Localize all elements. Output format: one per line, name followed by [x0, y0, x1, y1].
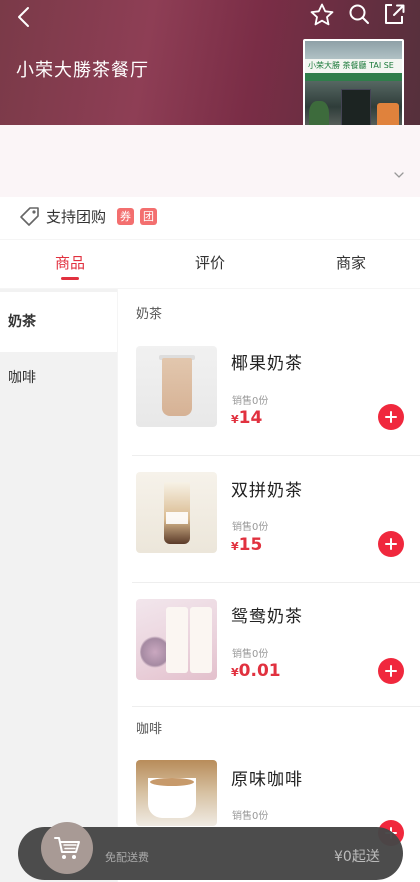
- category-coffee[interactable]: 咖啡: [0, 348, 117, 408]
- add-to-cart-button[interactable]: [378, 404, 404, 430]
- storefront-sign: 小荣大勝 茶餐廳 TAI SE: [305, 59, 402, 73]
- mug-coffee: [150, 778, 194, 786]
- product-sales: 销售0份: [232, 522, 269, 533]
- tag-icon: [20, 207, 39, 226]
- search-icon[interactable]: [347, 2, 371, 26]
- tab-goods[interactable]: 商品: [30, 252, 110, 273]
- shopping-cart-icon[interactable]: [53, 834, 81, 862]
- product-name[interactable]: 鸳鸯奶茶: [231, 602, 303, 627]
- product-price: ¥0.01: [231, 661, 281, 681]
- price-value: 14: [238, 408, 263, 428]
- product-sales: 销售0份: [232, 649, 269, 660]
- shop-info-area: [0, 125, 420, 197]
- shop-name: 小荣大勝茶餐厅: [16, 60, 149, 81]
- product-name[interactable]: 双拼奶茶: [231, 476, 303, 501]
- currency-symbol: ¥: [231, 666, 239, 679]
- price-value: 15: [238, 535, 263, 555]
- product-name[interactable]: 椰果奶茶: [231, 349, 303, 374]
- tab-merchant[interactable]: 商家: [311, 252, 391, 273]
- bottle: [190, 607, 212, 673]
- product-name[interactable]: 原味咖啡: [231, 765, 303, 790]
- product-image[interactable]: [136, 346, 217, 427]
- min-order-text: ¥0起送: [334, 849, 380, 865]
- tab-bar: 商品 评价 商家: [0, 240, 420, 288]
- product-sales: 销售0份: [232, 811, 269, 822]
- back-icon[interactable]: [12, 4, 38, 30]
- add-to-cart-button[interactable]: [378, 658, 404, 684]
- currency-symbol: ¥: [231, 540, 239, 553]
- share-icon[interactable]: [381, 1, 407, 27]
- bottle: [166, 607, 188, 673]
- star-outline-icon[interactable]: [309, 2, 335, 28]
- category-milk-tea[interactable]: 奶茶: [0, 292, 117, 352]
- tab-reviews[interactable]: 评价: [170, 252, 250, 273]
- product-image[interactable]: [136, 472, 217, 553]
- chevron-down-icon[interactable]: [392, 170, 406, 180]
- group-buy-support-text: 支持团购: [46, 208, 107, 226]
- product-image[interactable]: [136, 599, 217, 680]
- item-divider: [132, 455, 420, 456]
- price-value: 0.01: [238, 661, 281, 681]
- delivery-fee-text: 免配送费: [105, 851, 149, 864]
- section-title-milk-tea: 奶茶: [136, 307, 163, 322]
- add-to-cart-button[interactable]: [378, 531, 404, 557]
- active-tab-indicator: [61, 277, 79, 280]
- coupon-badge: 券: [117, 208, 134, 225]
- cup-label: [166, 512, 188, 524]
- section-divider: [132, 706, 420, 707]
- currency-symbol: ¥: [231, 413, 239, 426]
- product-image[interactable]: [136, 760, 217, 826]
- storefront-awning: [305, 73, 402, 81]
- product-sales: 销售0份: [232, 396, 269, 407]
- item-divider: [132, 582, 420, 583]
- cup: [162, 358, 192, 416]
- group-badge: 团: [140, 208, 157, 225]
- product-price: ¥14: [231, 408, 262, 428]
- shop-storefront-photo[interactable]: 小荣大勝 茶餐廳 TAI SE: [303, 39, 404, 137]
- section-title-coffee: 咖啡: [136, 722, 163, 737]
- product-price: ¥15: [231, 535, 262, 555]
